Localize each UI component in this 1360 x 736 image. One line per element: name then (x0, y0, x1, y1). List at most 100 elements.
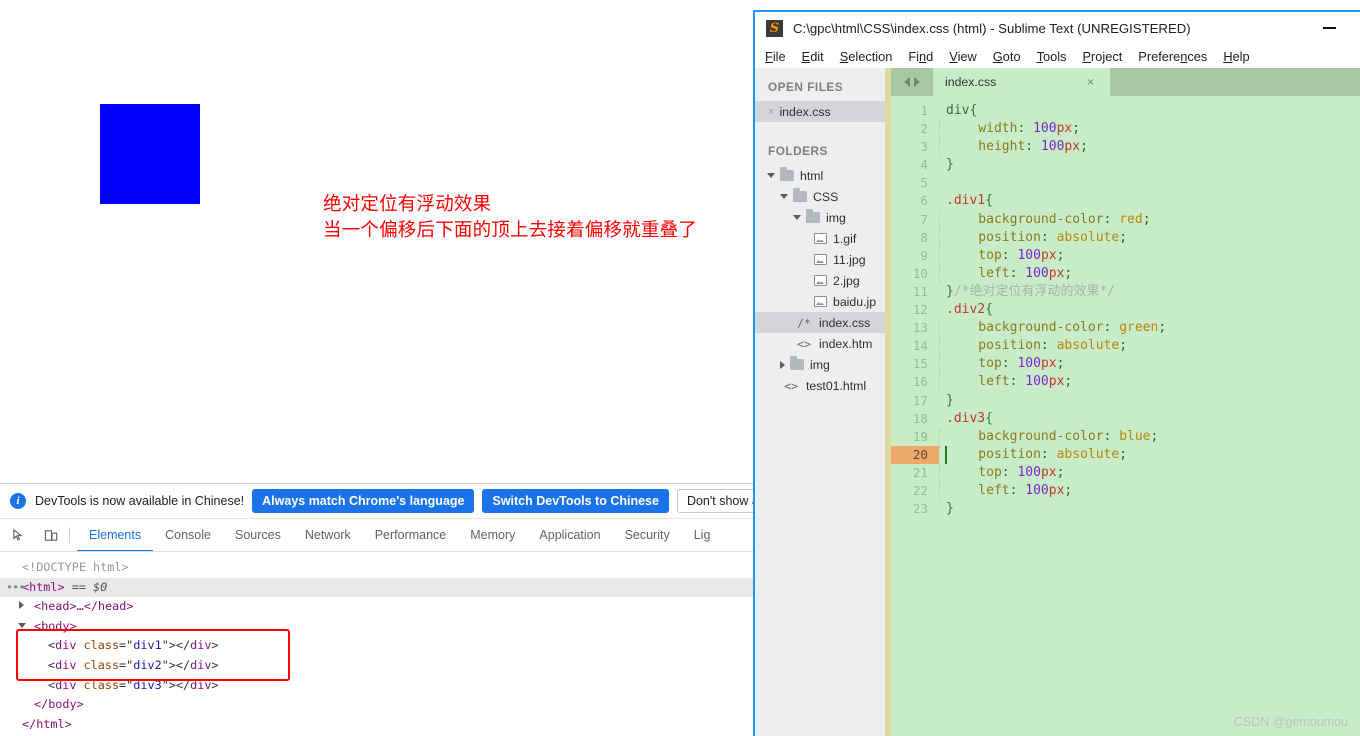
tree-item-label: test01.html (806, 378, 867, 393)
nav-prev-icon[interactable] (904, 77, 910, 87)
editor-tabbar: index.css × (891, 68, 1360, 96)
tab-application[interactable]: Application (527, 519, 612, 551)
code-line: 7 background-color: red; (891, 210, 1360, 229)
line-number-current: 20 (891, 445, 939, 464)
chevron-down-icon[interactable] (767, 173, 775, 178)
body-close-tag: </body> (34, 697, 84, 712)
code-editor[interactable]: 1 div{ 2 width: 100px; 3 height: 100px; 4… (891, 96, 1360, 736)
folders-heading: FOLDERS (768, 144, 828, 158)
line-number: 22 (912, 482, 928, 498)
menu-help[interactable]: Help (1223, 49, 1249, 64)
div1-attr-value: div1 (133, 638, 162, 653)
tree-item-test01-html[interactable]: <> test01.html (755, 375, 885, 396)
chevron-down-icon[interactable] (793, 215, 801, 220)
close-icon[interactable]: × (768, 106, 774, 118)
tree-item-1-gif[interactable]: 1.gif (755, 228, 885, 249)
html-file-icon: <> (797, 336, 811, 351)
dom-row-body[interactable]: <body> (0, 617, 756, 637)
menu-find[interactable]: Find (908, 49, 933, 64)
menu-file[interactable]: File (765, 49, 786, 64)
menu-goto[interactable]: Goto (993, 49, 1021, 64)
line-number: 1 (920, 103, 928, 118)
code-line: 19 background-color: blue; (891, 427, 1360, 446)
tree-item-index-css[interactable]: /* index.css (755, 312, 885, 333)
tab-memory[interactable]: Memory (458, 519, 527, 551)
menu-bar: File Edit Selection Find View Goto Tools… (755, 44, 1360, 68)
dom-row-div1[interactable]: <div class="div1"></div> (0, 636, 756, 656)
menu-project[interactable]: Project (1082, 49, 1122, 64)
menu-selection[interactable]: Selection (840, 49, 893, 64)
text-caret (945, 445, 947, 464)
sublime-titlebar: S C:\gpc\html\CSS\index.css (html) - Sub… (755, 12, 1360, 44)
always-match-language-button[interactable]: Always match Chrome's language (252, 489, 475, 513)
chevron-right-icon[interactable] (780, 360, 785, 369)
line-number: 16 (912, 374, 928, 390)
dom-row-div3[interactable]: <div class="div3"></div> (0, 676, 756, 696)
tree-item-img-outer[interactable]: img (755, 354, 885, 375)
tab-security[interactable]: Security (613, 519, 682, 551)
tree-item-label: img (810, 357, 830, 372)
code-line: 14 position: absolute; (891, 337, 1360, 356)
annotation-line-2: 当一个偏移后下面的顶上去接着偏移就重叠了 (323, 220, 698, 241)
code-line: 2 width: 100px; (891, 120, 1360, 139)
line-number: 4 (920, 157, 928, 173)
tab-console[interactable]: Console (153, 519, 223, 551)
code-line: 12 .div2{ (891, 301, 1360, 319)
menu-preferences[interactable]: Preferences (1138, 49, 1207, 64)
dom-row-div2[interactable]: <div class="div2"></div> (0, 656, 756, 676)
dom-row-doctype: <!DOCTYPE html> (0, 558, 756, 578)
tab-performance[interactable]: Performance (363, 519, 459, 551)
line-number: 11 (912, 283, 928, 299)
folder-open-icon (806, 209, 820, 223)
folder-open-icon (780, 167, 794, 181)
tree-item-css[interactable]: CSS (755, 186, 885, 207)
tree-item-img-inner[interactable]: img (755, 207, 885, 228)
html-file-icon: <> (784, 378, 798, 393)
open-file-index-css[interactable]: × index.css (755, 101, 885, 122)
div1-tag: div (55, 638, 77, 653)
line-number: 2 (920, 121, 928, 137)
tree-item-2-jpg[interactable]: 2.jpg (755, 270, 885, 291)
sublime-text-logo: S (766, 19, 783, 37)
code-line: 17} (891, 392, 1360, 410)
inspect-cursor-icon[interactable] (6, 522, 32, 548)
tree-item-html[interactable]: html (755, 165, 885, 186)
code-line: 5 (891, 174, 1360, 192)
tree-item-11-jpg[interactable]: 11.jpg (755, 249, 885, 270)
code-line: 8 position: absolute; (891, 228, 1360, 247)
chevron-right-icon[interactable] (19, 601, 24, 610)
switch-devtools-chinese-button[interactable]: Switch DevTools to Chinese (482, 489, 669, 513)
div1-close-tag: div (190, 638, 212, 653)
menu-tools[interactable]: Tools (1037, 49, 1067, 64)
dom-row-html[interactable]: ••• <html> == $0 (0, 577, 756, 598)
tab-sources[interactable]: Sources (223, 519, 293, 551)
body-open-tag: <body> (34, 618, 77, 633)
tree-item-label: CSS (813, 189, 839, 204)
menu-edit[interactable]: Edit (802, 49, 824, 64)
dom-row-head[interactable]: <head>…</head> (0, 597, 756, 617)
tree-item-baidu-jpg[interactable]: baidu.jp (755, 291, 885, 312)
chevron-down-icon[interactable] (780, 194, 788, 199)
doctype-text: <!DOCTYPE html> (22, 560, 129, 574)
tab-network[interactable]: Network (293, 519, 363, 551)
window-title: C:\gpc\html\CSS\index.css (html) - Subli… (793, 20, 1191, 36)
tab-lighthouse[interactable]: Lig (682, 519, 723, 551)
tab-elements[interactable]: Elements (77, 519, 153, 551)
code-line: 23} (891, 500, 1360, 518)
dont-show-again-button[interactable]: Don't show again (676, 489, 756, 513)
tree-item-label: html (800, 168, 824, 183)
minimize-icon[interactable] (1312, 12, 1346, 44)
code-line: 18 .div3{ (891, 410, 1360, 428)
notice-text: DevTools is now available in Chinese! (35, 494, 245, 508)
menu-view[interactable]: View (949, 49, 977, 64)
tree-item-index-html[interactable]: <> index.htm (755, 333, 885, 354)
sublime-text-window: S C:\gpc\html\CSS\index.css (html) - Sub… (753, 10, 1360, 736)
nav-next-icon[interactable] (914, 77, 920, 87)
device-toolbar-icon[interactable] (38, 522, 64, 548)
red-annotation-text: 绝对定位有浮动效果 当一个偏移后下面的顶上去接着偏移就重叠了 (323, 192, 697, 244)
chevron-down-icon[interactable] (18, 622, 26, 628)
html-open-tag: <html> (22, 579, 65, 594)
close-icon[interactable]: × (1087, 75, 1094, 89)
code-line: 10 left: 100px; (891, 264, 1360, 283)
editor-tab-index-css[interactable]: index.css × (933, 68, 1110, 96)
